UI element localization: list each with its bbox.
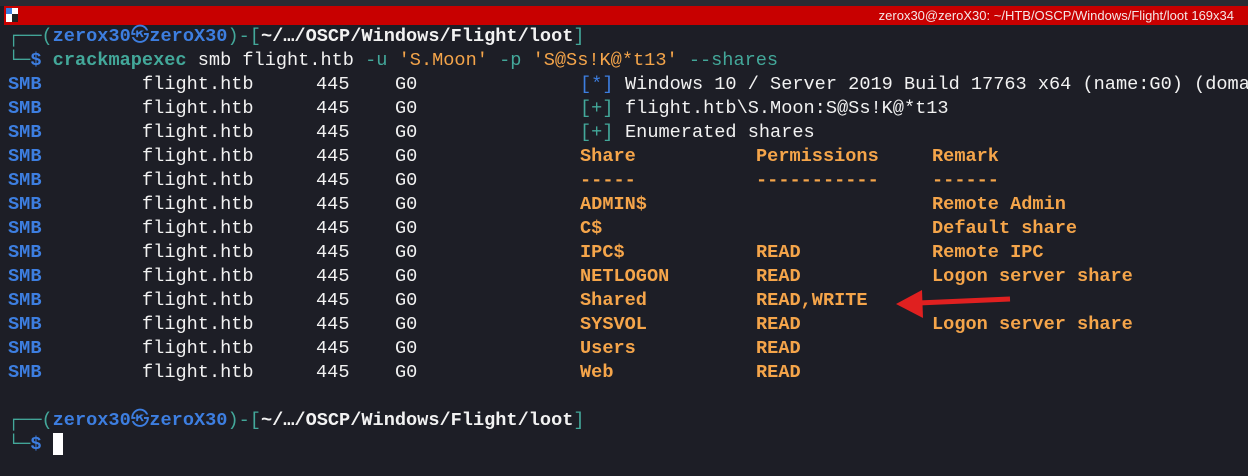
red-arrow-annotation [896,290,1011,318]
